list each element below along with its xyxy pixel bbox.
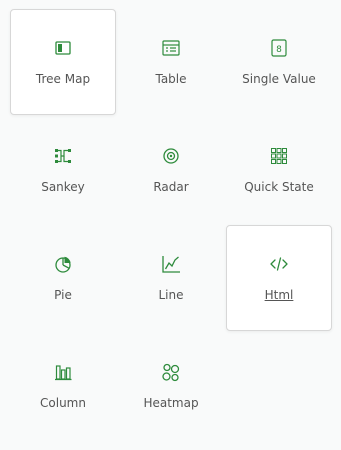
- tile-line[interactable]: Line: [118, 225, 224, 331]
- chart-type-grid: Tree Map Table 8 Single Value Sankey Rad…: [0, 0, 341, 450]
- tile-radar[interactable]: Radar: [118, 117, 224, 223]
- tile-label: Table: [155, 72, 187, 86]
- html-icon: [268, 253, 290, 275]
- tile-html[interactable]: Html: [226, 225, 332, 331]
- tile-label: Quick State: [244, 180, 314, 194]
- tile-label: Html: [264, 288, 294, 302]
- line-icon: [160, 253, 182, 275]
- tile-single-value[interactable]: 8 Single Value: [226, 9, 332, 115]
- tile-label: Heatmap: [143, 396, 199, 410]
- tile-label: Line: [158, 288, 184, 302]
- tile-label: Radar: [153, 180, 189, 194]
- pie-icon: [52, 253, 74, 275]
- svg-text:8: 8: [276, 45, 282, 55]
- tile-label: Tree Map: [35, 72, 91, 86]
- column-icon: [52, 361, 74, 383]
- tile-label: Sankey: [41, 180, 85, 194]
- tile-quick-state[interactable]: Quick State: [226, 117, 332, 223]
- tile-pie[interactable]: Pie: [10, 225, 116, 331]
- tile-table[interactable]: Table: [118, 9, 224, 115]
- tree-map-icon: [52, 37, 74, 59]
- tile-label: Single Value: [242, 72, 316, 86]
- table-icon: [160, 37, 182, 59]
- heatmap-icon: [160, 361, 182, 383]
- tile-column[interactable]: Column: [10, 333, 116, 439]
- tile-heatmap[interactable]: Heatmap: [118, 333, 224, 439]
- quick-state-icon: [268, 145, 290, 167]
- tile-tree-map[interactable]: Tree Map: [10, 9, 116, 115]
- tile-label: Column: [40, 396, 86, 410]
- single-value-icon: 8: [268, 37, 290, 59]
- tile-sankey[interactable]: Sankey: [10, 117, 116, 223]
- radar-icon: [160, 145, 182, 167]
- sankey-icon: [52, 145, 74, 167]
- tile-label: Pie: [54, 288, 72, 302]
